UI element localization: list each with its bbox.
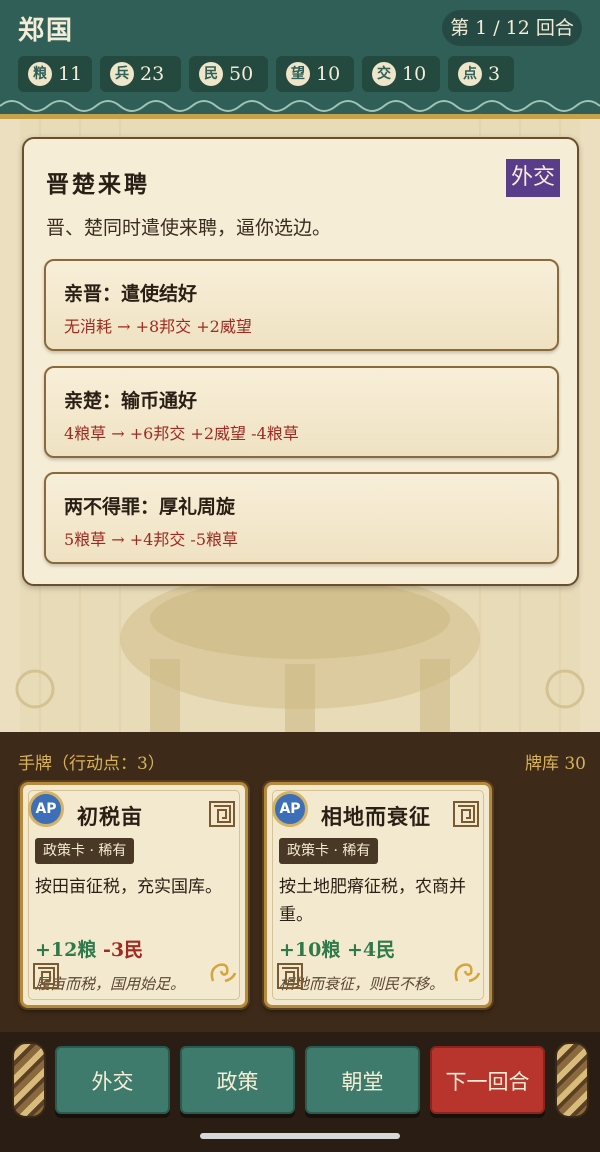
- home-indicator[interactable]: [200, 1133, 400, 1139]
- people-icon: 民: [199, 62, 223, 86]
- card-title: 相地而衰征: [321, 804, 431, 829]
- card-effect-cost: -3民: [103, 939, 144, 961]
- stat-soldiers-value: 23: [140, 63, 165, 85]
- left-pillar-decoration: [12, 1042, 46, 1118]
- choice-neutral[interactable]: 两不得罪：厚礼周旋 5粮草 → +4邦交 -5粮草: [44, 472, 559, 564]
- turn-counter: 第 1 / 12 回合: [442, 10, 582, 46]
- card-description: 按土地肥瘠征税，农商并重。: [279, 877, 466, 925]
- card-effect-gain: +12粮: [35, 939, 97, 961]
- choice-effect: 无消耗 → +8邦交 +2威望: [64, 317, 252, 336]
- stat-prestige: 望 10: [276, 56, 354, 92]
- card-flavor-text: 相地而衰征，则民不移。: [279, 975, 445, 993]
- top-status-bar: 郑国 第 1 / 12 回合 粮 11 兵 23 民 50 望 10 交 10 …: [0, 0, 600, 114]
- card-effect: +12粮 -3民: [35, 935, 143, 962]
- prestige-icon: 望: [286, 62, 310, 86]
- meander-corner-icon: [209, 801, 235, 827]
- card-effect: +10粮 +4民: [279, 935, 395, 962]
- card-description: 按田亩征税，充实国库。: [35, 877, 222, 897]
- policy-card[interactable]: AP 相地而衰征 政策卡 · 稀有 按土地肥瘠征税，农商并重。 +10粮 +4民…: [264, 782, 492, 1008]
- stat-soldiers: 兵 23: [100, 56, 181, 92]
- stat-action-points-value: 3: [488, 63, 501, 85]
- cloud-swirl-icon: [454, 963, 481, 983]
- card-effect-gain: +10粮: [279, 939, 341, 961]
- card-effect-bonus: +4民: [347, 939, 396, 961]
- hand-area: 手牌（行动点：3） 牌库 30 AP 初税亩 政策卡 · 稀有 按田亩征税，充实…: [0, 732, 600, 1032]
- event-title: 晋楚来聘: [46, 171, 150, 198]
- meander-corner-icon: [33, 963, 59, 989]
- event-category-tag: 外交: [506, 159, 560, 197]
- soldier-icon: 兵: [110, 62, 134, 86]
- stat-grain: 粮 11: [18, 56, 92, 92]
- ap-cost-badge: AP: [272, 791, 308, 827]
- meander-corner-icon: [453, 801, 479, 827]
- stat-people: 民 50: [189, 56, 268, 92]
- card-type-label: 政策卡 · 稀有: [279, 838, 379, 864]
- diplomacy-button[interactable]: 外交: [55, 1046, 170, 1114]
- event-board: 晋楚来聘 外交 晋、楚同时遣使来聘，逼你选边。 亲晋：遣使结好 无消耗 → +8…: [0, 114, 600, 732]
- grain-icon: 粮: [28, 62, 52, 86]
- ap-cost-badge: AP: [28, 791, 64, 827]
- choice-effect: 4粮草 → +6邦交 +2威望 -4粮草: [64, 424, 299, 443]
- stat-grain-value: 11: [58, 63, 83, 85]
- meander-corner-icon: [277, 963, 303, 989]
- choice-ally-chu[interactable]: 亲楚：输币通好 4粮草 → +6邦交 +2威望 -4粮草: [44, 366, 559, 458]
- choice-title: 亲楚：输币通好: [64, 390, 198, 412]
- event-description: 晋、楚同时遣使来聘，逼你选边。: [46, 217, 332, 239]
- court-button[interactable]: 朝堂: [305, 1046, 420, 1114]
- stat-prestige-value: 10: [316, 63, 341, 85]
- deck-counter[interactable]: 牌库 30: [525, 749, 586, 774]
- choice-ally-jin[interactable]: 亲晋：遣使结好 无消耗 → +8邦交 +2威望: [44, 259, 559, 351]
- cloud-swirl-icon: [210, 963, 237, 983]
- state-name: 郑国: [18, 16, 75, 46]
- hand-label: 手牌（行动点：3）: [18, 754, 165, 774]
- action-point-icon: 点: [458, 62, 482, 86]
- choice-title: 两不得罪：厚礼周旋: [64, 496, 236, 518]
- card-title: 初税亩: [77, 804, 143, 829]
- choice-title: 亲晋：遣使结好: [64, 283, 198, 305]
- next-turn-button[interactable]: 下一回合: [430, 1046, 545, 1114]
- stat-diplomacy: 交 10: [362, 56, 440, 92]
- right-pillar-decoration: [555, 1042, 589, 1118]
- stat-people-value: 50: [229, 63, 254, 85]
- policy-card[interactable]: AP 初税亩 政策卡 · 稀有 按田亩征税，充实国库。 +12粮 -3民 履亩而…: [20, 782, 248, 1008]
- diplomacy-icon: 交: [372, 62, 396, 86]
- policy-button[interactable]: 政策: [180, 1046, 295, 1114]
- stat-diplomacy-value: 10: [402, 63, 427, 85]
- card-type-label: 政策卡 · 稀有: [35, 838, 135, 864]
- event-card: 晋楚来聘 外交 晋、楚同时遣使来聘，逼你选边。 亲晋：遣使结好 无消耗 → +8…: [22, 137, 579, 586]
- bottom-action-bar: 外交 政策 朝堂 下一回合: [0, 1032, 600, 1152]
- stat-action-points: 点 3: [448, 56, 514, 92]
- wave-border-decoration: [0, 92, 600, 114]
- choice-effect: 5粮草 → +4邦交 -5粮草: [64, 530, 239, 549]
